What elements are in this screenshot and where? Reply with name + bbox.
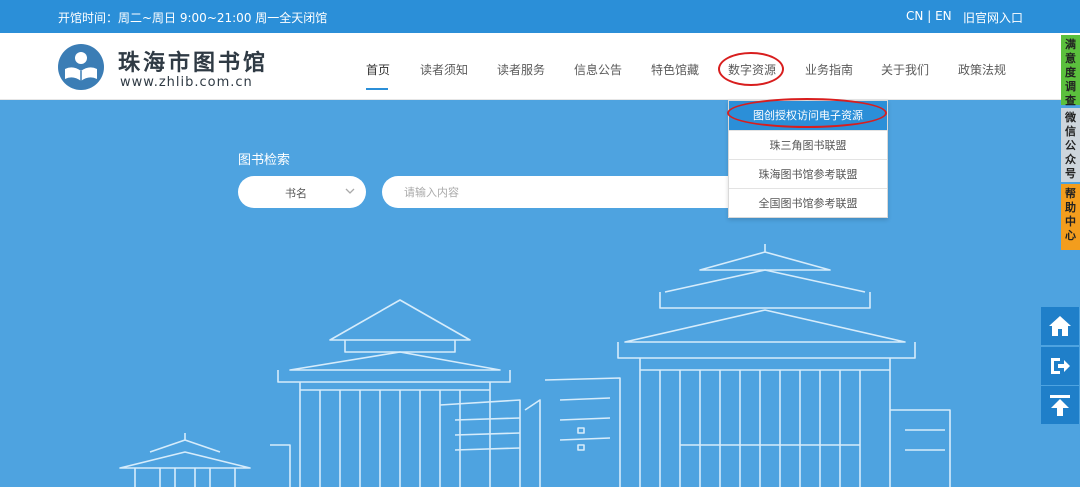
- lang-en-link[interactable]: EN: [935, 9, 952, 23]
- dropdown-item-authorized-e-resources[interactable]: 图创授权访问电子资源: [729, 101, 887, 130]
- nav-active-indicator: [366, 88, 388, 90]
- library-building-illustration: [119, 244, 951, 487]
- search-title: 图书检索: [238, 153, 291, 168]
- exit-button[interactable]: [1041, 347, 1079, 385]
- help-center-tab[interactable]: 帮助中心: [1061, 184, 1080, 250]
- nav-item-special-collections[interactable]: 特色馆藏: [651, 61, 699, 78]
- library-logo-icon[interactable]: [57, 43, 105, 91]
- top-bar: 开馆时间：周二~周日 9:00~21:00 周一全天闭馆 CN | EN 旧官网…: [0, 0, 1080, 33]
- lang-separator: |: [927, 9, 932, 23]
- home-button[interactable]: [1041, 307, 1079, 345]
- nav-item-reader-notice[interactable]: 读者须知: [420, 61, 468, 78]
- opening-hours: 开馆时间：周二~周日 9:00~21:00 周一全天闭馆: [58, 11, 328, 25]
- nav-item-business-guide[interactable]: 业务指南: [805, 61, 853, 78]
- lang-cn-link[interactable]: CN: [906, 9, 923, 23]
- search-type-select[interactable]: 书名: [238, 176, 366, 208]
- home-icon: [1049, 316, 1071, 336]
- nav-item-reader-service[interactable]: 读者服务: [497, 61, 545, 78]
- nav-item-announcements[interactable]: 信息公告: [574, 61, 622, 78]
- search-input[interactable]: [382, 176, 742, 208]
- exit-icon: [1051, 358, 1070, 374]
- chevron-down-icon: [345, 188, 355, 194]
- nav-item-about-us[interactable]: 关于我们: [881, 61, 929, 78]
- dropdown-item-prd-library-alliance[interactable]: 珠三角图书联盟: [729, 130, 887, 159]
- old-site-link[interactable]: 旧官网入口: [963, 9, 1023, 26]
- nav-item-home[interactable]: 首页: [366, 61, 390, 78]
- library-url: www.zhlib.com.cn: [120, 75, 253, 90]
- digital-resources-dropdown: 图创授权访问电子资源 珠三角图书联盟 珠海图书馆参考联盟 全国图书馆参考联盟: [728, 100, 888, 218]
- nav-item-policies[interactable]: 政策法规: [958, 61, 1006, 78]
- search-type-value: 书名: [285, 187, 307, 200]
- dropdown-item-zhuhai-reference-alliance[interactable]: 珠海图书馆参考联盟: [729, 159, 887, 188]
- satisfaction-survey-tab[interactable]: 满意度调查: [1061, 35, 1080, 107]
- back-to-top-button[interactable]: [1041, 386, 1079, 424]
- dropdown-item-national-reference-alliance[interactable]: 全国图书馆参考联盟: [729, 188, 887, 217]
- library-name: 珠海市图书馆: [118, 50, 269, 76]
- nav-item-digital-resources[interactable]: 数字资源: [728, 61, 776, 78]
- language-switch: CN | EN: [906, 9, 952, 23]
- arrow-up-icon: [1050, 395, 1070, 416]
- wechat-account-tab[interactable]: 微信公众号: [1061, 108, 1080, 182]
